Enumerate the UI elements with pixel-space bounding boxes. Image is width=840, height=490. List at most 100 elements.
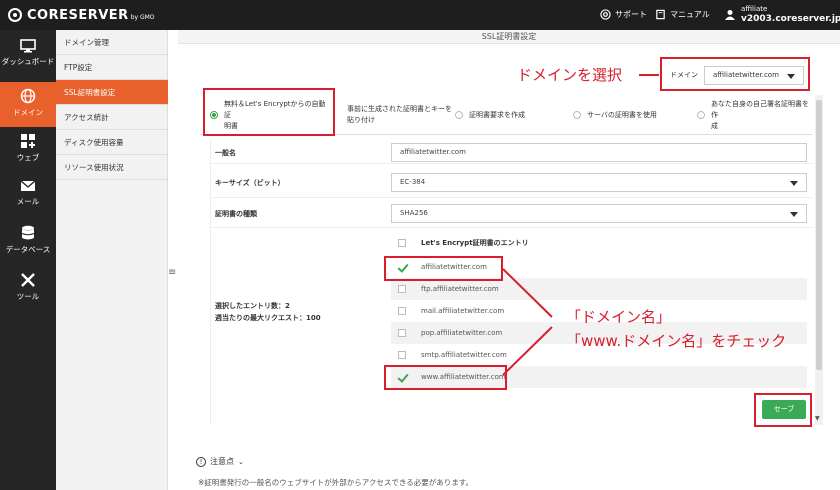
user-menu[interactable]: affiliate v2003.coreserver.jp [725,5,840,25]
tools-icon [21,273,35,287]
notice-text: ※証明書発行の一般名のウェブサイトが外部からアクセスできる必要があります。 [198,478,474,487]
coreserver-logo[interactable]: CORESERVER by GMO [8,6,155,24]
logo-suffix: by GMO [130,13,155,21]
chevron-down-icon [790,181,798,186]
tab-paste-cert-line2: 貼り付け [347,116,375,124]
support-icon [600,9,611,20]
highlight-save-button [754,393,812,427]
row-key-size: キーサイズ（ビット） EC-384 [211,170,813,198]
annotation-dash [639,74,659,76]
rail-item-domain[interactable]: ドメイン [0,82,56,127]
entries-summary: 選択したエントリ数：2 週当たりの最大リクエスト：100 [215,300,321,324]
globe-icon [20,88,36,104]
tab-self-signed[interactable]: あなた自身の自己署名証明書を作成 [697,95,812,135]
row-common-name: 一般名 affiliatetwitter.com [211,140,813,164]
key-size-select[interactable]: EC-384 [391,173,807,192]
row-cert-type: 証明書の種類 SHA256 [211,198,813,228]
entry-name: pop.affiliatetwitter.com [421,329,503,337]
checkbox-icon[interactable] [398,329,406,337]
highlight-entry-www [384,365,507,390]
side-menu: ドメイン管理 FTP設定 SSL証明書設定 アクセス統計 ディスク使用容量 リソ… [56,30,168,490]
rail-label-web: ウェブ [16,153,40,162]
tab-server-cert[interactable]: サーバの証明書を使用 [573,95,683,135]
menu-item-access-stats[interactable]: アクセス統計 [56,105,168,130]
page-title: SSL証明書設定 [178,30,840,44]
entry-name: smtp.affiliatetwitter.com [421,351,507,359]
weekly-max: 週当たりの最大リクエスト：100 [215,314,321,322]
menu-item-disk-usage[interactable]: ディスク使用容量 [56,130,168,155]
menu-item-domain-management[interactable]: ドメイン管理 [56,30,168,55]
radio-icon [573,111,581,119]
web-icon [21,134,35,148]
key-size-value: EC-384 [400,178,426,186]
rail-label-tools: ツール [16,292,40,301]
scroll-down-icon[interactable]: ▼ [815,415,820,422]
checkbox-icon[interactable] [398,285,406,293]
logo-mark-icon [8,8,22,22]
database-icon [21,225,35,240]
notice-title: 注意点 [210,457,234,466]
rail-item-tools[interactable]: ツール [0,266,56,311]
mail-icon [20,180,36,191]
rail-label-dashboard: ダッシュボード [1,57,55,66]
rail-label-mail: メール [16,197,40,206]
cert-type-select[interactable]: SHA256 [391,204,807,223]
checkbox-icon[interactable] [398,307,406,315]
entries-header-row: Let's Encrypt証明書のエントリ [391,232,807,254]
list-item[interactable]: ftp.affiliatetwitter.com [391,278,807,300]
logo-text: CORESERVER [27,7,129,23]
rail-item-web[interactable]: ウェブ [0,127,56,172]
support-label: サポート [615,10,647,19]
rail-item-mail[interactable]: メール [0,173,56,218]
tab-self-signed-line1: あなた自身の自己署名証明書を作 [711,99,809,119]
top-bar: CORESERVER by GMO サポート マニュアル affiliate v… [0,0,840,30]
annotation-select-domain: ドメインを選択 [517,66,623,84]
tab-self-signed-line2: 成 [711,121,718,130]
book-icon [656,9,665,20]
entry-name: mail.affiliatetwitter.com [421,307,505,315]
entries-header: Let's Encrypt証明書のエントリ [421,239,529,247]
manual-label: マニュアル [670,10,710,19]
checkbox-icon[interactable] [398,351,406,359]
manual-link[interactable]: マニュアル [655,9,710,20]
tab-csr-label: 証明書要求を作成 [469,110,525,119]
chevron-down-icon [790,212,798,217]
entry-name: ftp.affiliatetwitter.com [421,285,499,293]
cert-type-label: 証明書の種類 [215,210,257,218]
scrollbar-thumb[interactable] [816,100,822,370]
rail-item-dashboard[interactable]: ダッシュボード [0,33,56,78]
user-name: affiliate [741,5,768,13]
notice-toggle[interactable]: ! 注意点 ⌄ [196,456,244,467]
checkbox-icon[interactable] [398,239,406,247]
radio-icon [455,111,463,119]
common-name-field[interactable]: affiliatetwitter.com [391,143,807,162]
annotation-bracket [502,268,553,376]
annotation-check-line1: 「ドメイン名」 [566,308,672,326]
menu-toggle-icon[interactable]: ≡ [168,267,176,278]
chevron-down-icon: ⌄ [238,457,244,466]
common-name-label: 一般名 [215,149,236,157]
user-server: v2003.coreserver.jp [741,14,840,24]
support-link[interactable]: サポート [600,9,647,20]
monitor-icon [20,39,36,53]
radio-icon [697,111,705,119]
tab-paste-cert-line1: 事前に生成された証明書とキーを [347,105,452,113]
menu-item-resource-usage[interactable]: リソース使用状況 [56,155,168,180]
icon-rail: ダッシュボード ドメイン ウェブ メール データベース ツール [0,30,56,490]
rail-item-database[interactable]: データベース [0,219,56,264]
selected-count: 選択したエントリ数：2 [215,302,290,310]
rail-label-database: データベース [5,245,51,254]
menu-item-ssl[interactable]: SSL証明書設定 [56,80,168,105]
key-size-label: キーサイズ（ビット） [215,179,285,187]
menu-item-ftp[interactable]: FTP設定 [56,55,168,80]
highlight-entry-domain [384,256,503,281]
highlight-domain-select [660,57,810,91]
cert-type-value: SHA256 [400,209,428,217]
tab-paste-cert[interactable]: 事前に生成された証明書とキーを 貼り付け [347,95,457,135]
tab-csr[interactable]: 証明書要求を作成 [455,95,565,135]
info-icon: ! [196,456,206,467]
annotation-check-line2: 「www.ドメイン名」をチェック [566,332,787,350]
user-icon [725,10,735,20]
highlight-letsencrypt-tab [203,88,335,136]
tab-server-cert-label: サーバの証明書を使用 [587,110,657,119]
